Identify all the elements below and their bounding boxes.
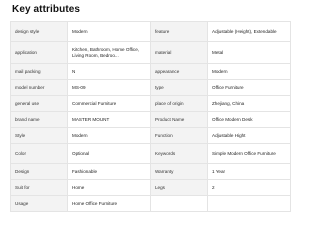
attribute-value: Home Office Furniture	[67, 195, 151, 212]
attribute-value: Modern	[67, 127, 151, 144]
attribute-value: Adjustable (Height), Extendable	[207, 21, 291, 42]
attribute-key: place of origin	[150, 95, 208, 112]
attribute-key: material	[150, 41, 208, 64]
attribute-value: MASTER MOUNT	[67, 111, 151, 128]
attribute-value: Commercial Furniture	[67, 95, 151, 112]
attribute-key: Design	[10, 163, 68, 180]
attribute-key: feature	[150, 21, 208, 42]
attribute-value: Modern	[67, 21, 151, 42]
attribute-key: Keywords	[150, 143, 208, 164]
attribute-value: N	[67, 63, 151, 80]
attribute-key: mail packing	[10, 63, 68, 80]
table-row: Color Optional Keywords Simple Modern Of…	[10, 143, 291, 164]
table-row: mail packing N appearance Modern	[10, 63, 291, 80]
table-row: Usage Home Office Furniture	[10, 195, 291, 212]
attribute-key: appearance	[150, 63, 208, 80]
attribute-value: Fashionable	[67, 163, 151, 180]
attribute-key: Product Name	[150, 111, 208, 128]
table-row: design style Modern feature Adjustable (…	[10, 21, 291, 42]
table-row: model number MS-09 type Office Furniture	[10, 79, 291, 96]
attribute-key: Style	[10, 127, 68, 144]
table-row: Design Fashionable Warranty 1 Year	[10, 163, 291, 180]
attribute-value: Kitchen, Bathroom, Home Office, Living R…	[67, 41, 151, 64]
empty-cell	[207, 195, 291, 212]
attribute-value: MS-09	[67, 79, 151, 96]
attribute-value: Optional	[67, 143, 151, 164]
attribute-key: application	[10, 41, 68, 64]
attribute-value: Office Modern Desk	[207, 111, 291, 128]
attribute-key: general use	[10, 95, 68, 112]
table-row: brand name MASTER MOUNT Product Name Off…	[10, 111, 291, 128]
table-row: general use Commercial Furniture place o…	[10, 95, 291, 112]
attribute-key: Color	[10, 143, 68, 164]
attribute-value: Home	[67, 179, 151, 196]
attribute-key: design style	[10, 21, 68, 42]
table-row: Style Modern Function Adjustable Hight	[10, 127, 291, 144]
attribute-value: Office Furniture	[207, 79, 291, 96]
attribute-value: Simple Modern Office Furniture	[207, 143, 291, 164]
attributes-table: design style Modern feature Adjustable (…	[10, 21, 291, 212]
attribute-key: Function	[150, 127, 208, 144]
attribute-value: 1 Year	[207, 163, 291, 180]
table-row: Suit for Home Legs 2	[10, 179, 291, 196]
attribute-value: Metal	[207, 41, 291, 64]
attribute-key: Suit for	[10, 179, 68, 196]
table-row: application Kitchen, Bathroom, Home Offi…	[10, 41, 291, 64]
empty-cell	[150, 195, 208, 212]
attribute-key: Usage	[10, 195, 68, 212]
attribute-key: brand name	[10, 111, 68, 128]
attribute-value: Zhejiang, China	[207, 95, 291, 112]
section-title: Key attributes	[12, 4, 81, 15]
attribute-value: Modern	[207, 63, 291, 80]
attribute-key: Warranty	[150, 163, 208, 180]
key-attributes-panel: Key attributes design style Modern featu…	[0, 0, 300, 241]
attribute-key: model number	[10, 79, 68, 96]
attribute-key: Legs	[150, 179, 208, 196]
attribute-value: Adjustable Hight	[207, 127, 291, 144]
attribute-value: 2	[207, 179, 291, 196]
attribute-key: type	[150, 79, 208, 96]
